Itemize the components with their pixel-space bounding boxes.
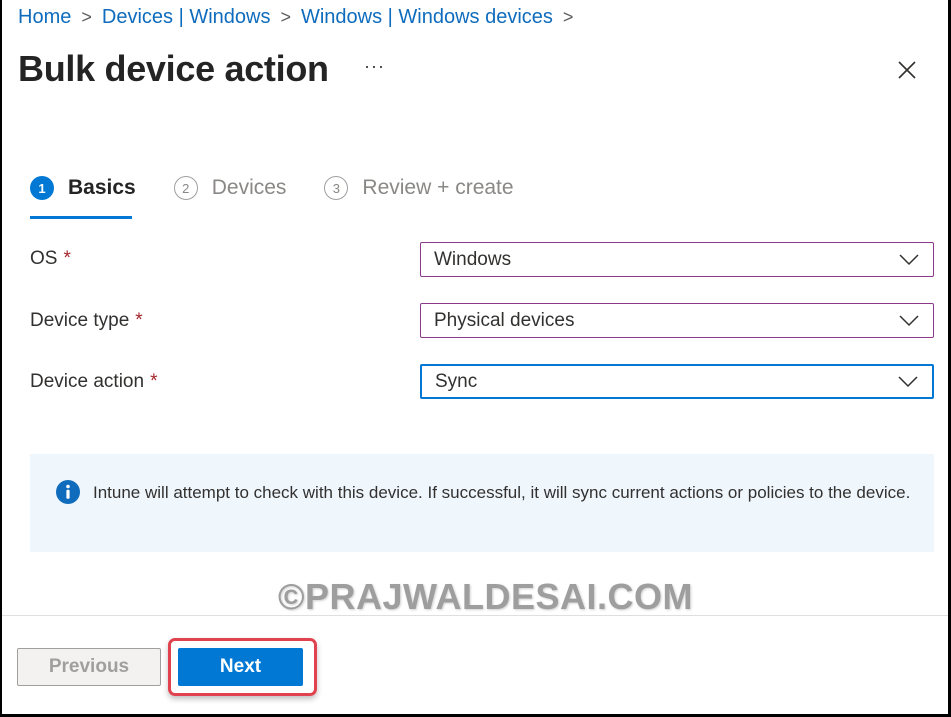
required-marker: * — [135, 310, 143, 331]
step-label: Devices — [211, 176, 287, 199]
footer-divider — [2, 615, 948, 616]
os-value: Windows — [434, 248, 512, 270]
chevron-down-icon — [899, 314, 919, 326]
tab-basics[interactable]: 1 Basics — [30, 176, 136, 219]
wizard-steps: 1 Basics 2 Devices 3 Review + create — [30, 176, 552, 219]
page-title: Bulk device action — [18, 48, 329, 89]
bulk-device-action-panel: Home > Devices | Windows > Windows | Windows… — [2, 0, 948, 714]
device-action-label-text: Device action — [30, 371, 145, 392]
breadcrumb-devices-windows[interactable]: Devices | Windows — [102, 6, 271, 28]
os-label-text: OS — [30, 248, 58, 269]
next-button[interactable]: Next — [178, 648, 303, 686]
breadcrumb: Home > Devices | Windows > Windows | Windows… — [18, 6, 583, 29]
chevron-down-icon — [898, 375, 918, 387]
chevron-right-icon: > — [562, 7, 574, 27]
tab-review-create[interactable]: 3 Review + create — [324, 176, 514, 200]
active-step-indicator — [30, 216, 132, 219]
previous-button[interactable]: Previous — [17, 648, 161, 686]
watermark: ©PRAJWALDESAI.COM — [278, 576, 694, 617]
chevron-right-icon: > — [81, 7, 92, 27]
info-icon — [56, 480, 80, 504]
device-type-value: Physical devices — [434, 309, 575, 331]
chevron-right-icon: > — [280, 7, 291, 27]
tab-devices[interactable]: 2 Devices — [173, 176, 287, 200]
step-number: 2 — [173, 176, 198, 200]
step-number: 3 — [324, 176, 349, 200]
device-type-label: Device type * — [30, 310, 143, 332]
close-icon[interactable] — [895, 58, 919, 82]
info-banner: Intune will attempt to check with this d… — [30, 454, 934, 552]
chevron-down-icon — [899, 253, 919, 265]
step-label: Review + create — [362, 176, 514, 199]
breadcrumb-windows-devices[interactable]: Windows | Windows devices — [301, 6, 553, 28]
info-text: Intune will attempt to check with this d… — [93, 483, 911, 502]
step-label: Basics — [68, 176, 136, 199]
more-options-icon[interactable]: ··· — [364, 56, 385, 77]
device-action-dropdown[interactable]: Sync — [420, 364, 934, 399]
device-action-value: Sync — [435, 370, 478, 392]
os-dropdown[interactable]: Windows — [420, 242, 934, 277]
device-action-label: Device action * — [30, 371, 157, 393]
breadcrumb-home[interactable]: Home — [18, 6, 71, 28]
required-marker: * — [150, 371, 158, 392]
device-type-label-text: Device type — [30, 310, 130, 331]
os-label: OS * — [30, 248, 71, 270]
required-marker: * — [63, 248, 71, 269]
step-number: 1 — [30, 176, 54, 200]
device-type-dropdown[interactable]: Physical devices — [420, 303, 934, 338]
